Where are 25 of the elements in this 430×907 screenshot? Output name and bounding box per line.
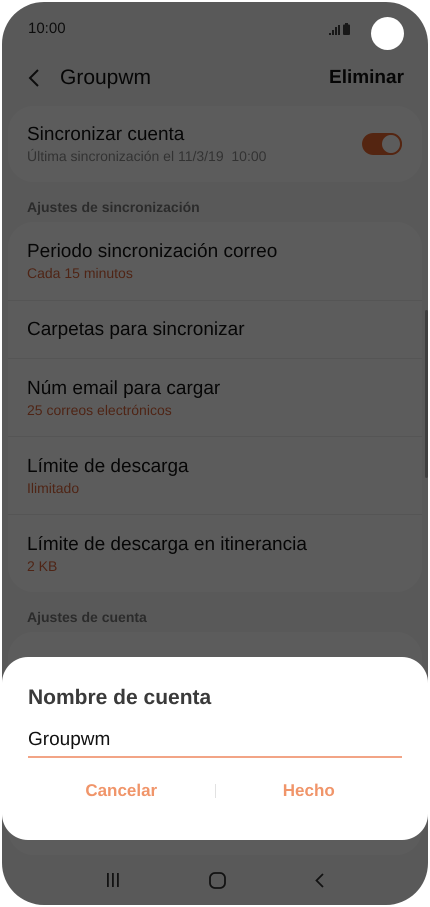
setting-value: 2 KB	[27, 556, 58, 574]
setting-title[interactable]: Carpetas para sincronizar	[27, 318, 403, 342]
sync-toggle[interactable]	[362, 133, 402, 155]
recent-apps-icon[interactable]	[106, 873, 120, 887]
setting-title[interactable]: Periodo sincronización correo	[27, 240, 403, 264]
screen-title: Groupwm	[60, 65, 152, 92]
camera-cutout	[371, 17, 404, 50]
name-input-field[interactable]: Groupwm	[28, 728, 402, 758]
dialog-button[interactable]: Hecho	[216, 776, 402, 806]
delete-button[interactable]: Eliminar	[329, 64, 404, 92]
setting-title[interactable]: Límite de descarga en itinerancia	[27, 532, 403, 556]
home-icon[interactable]	[208, 872, 226, 888]
battery-icon	[343, 23, 350, 35]
back-nav-icon[interactable]	[314, 872, 324, 888]
status-time: 10:00	[28, 18, 66, 39]
setting-title: Sincronizar cuenta	[27, 123, 186, 147]
setting-value: 25 correos electrónicos	[27, 400, 173, 418]
setting-value: Ilimitado	[27, 478, 80, 496]
setting-title[interactable]: Núm email para cargar	[27, 376, 403, 400]
signal-icon	[329, 25, 340, 35]
dialog-title: Nombre de cuenta	[28, 685, 212, 711]
setting-title[interactable]: Límite de descarga	[27, 454, 403, 478]
back-icon[interactable]	[28, 69, 39, 87]
setting-value: Cada 15 minutos	[27, 264, 134, 282]
dialog-button[interactable]: Cancelar	[28, 776, 214, 806]
